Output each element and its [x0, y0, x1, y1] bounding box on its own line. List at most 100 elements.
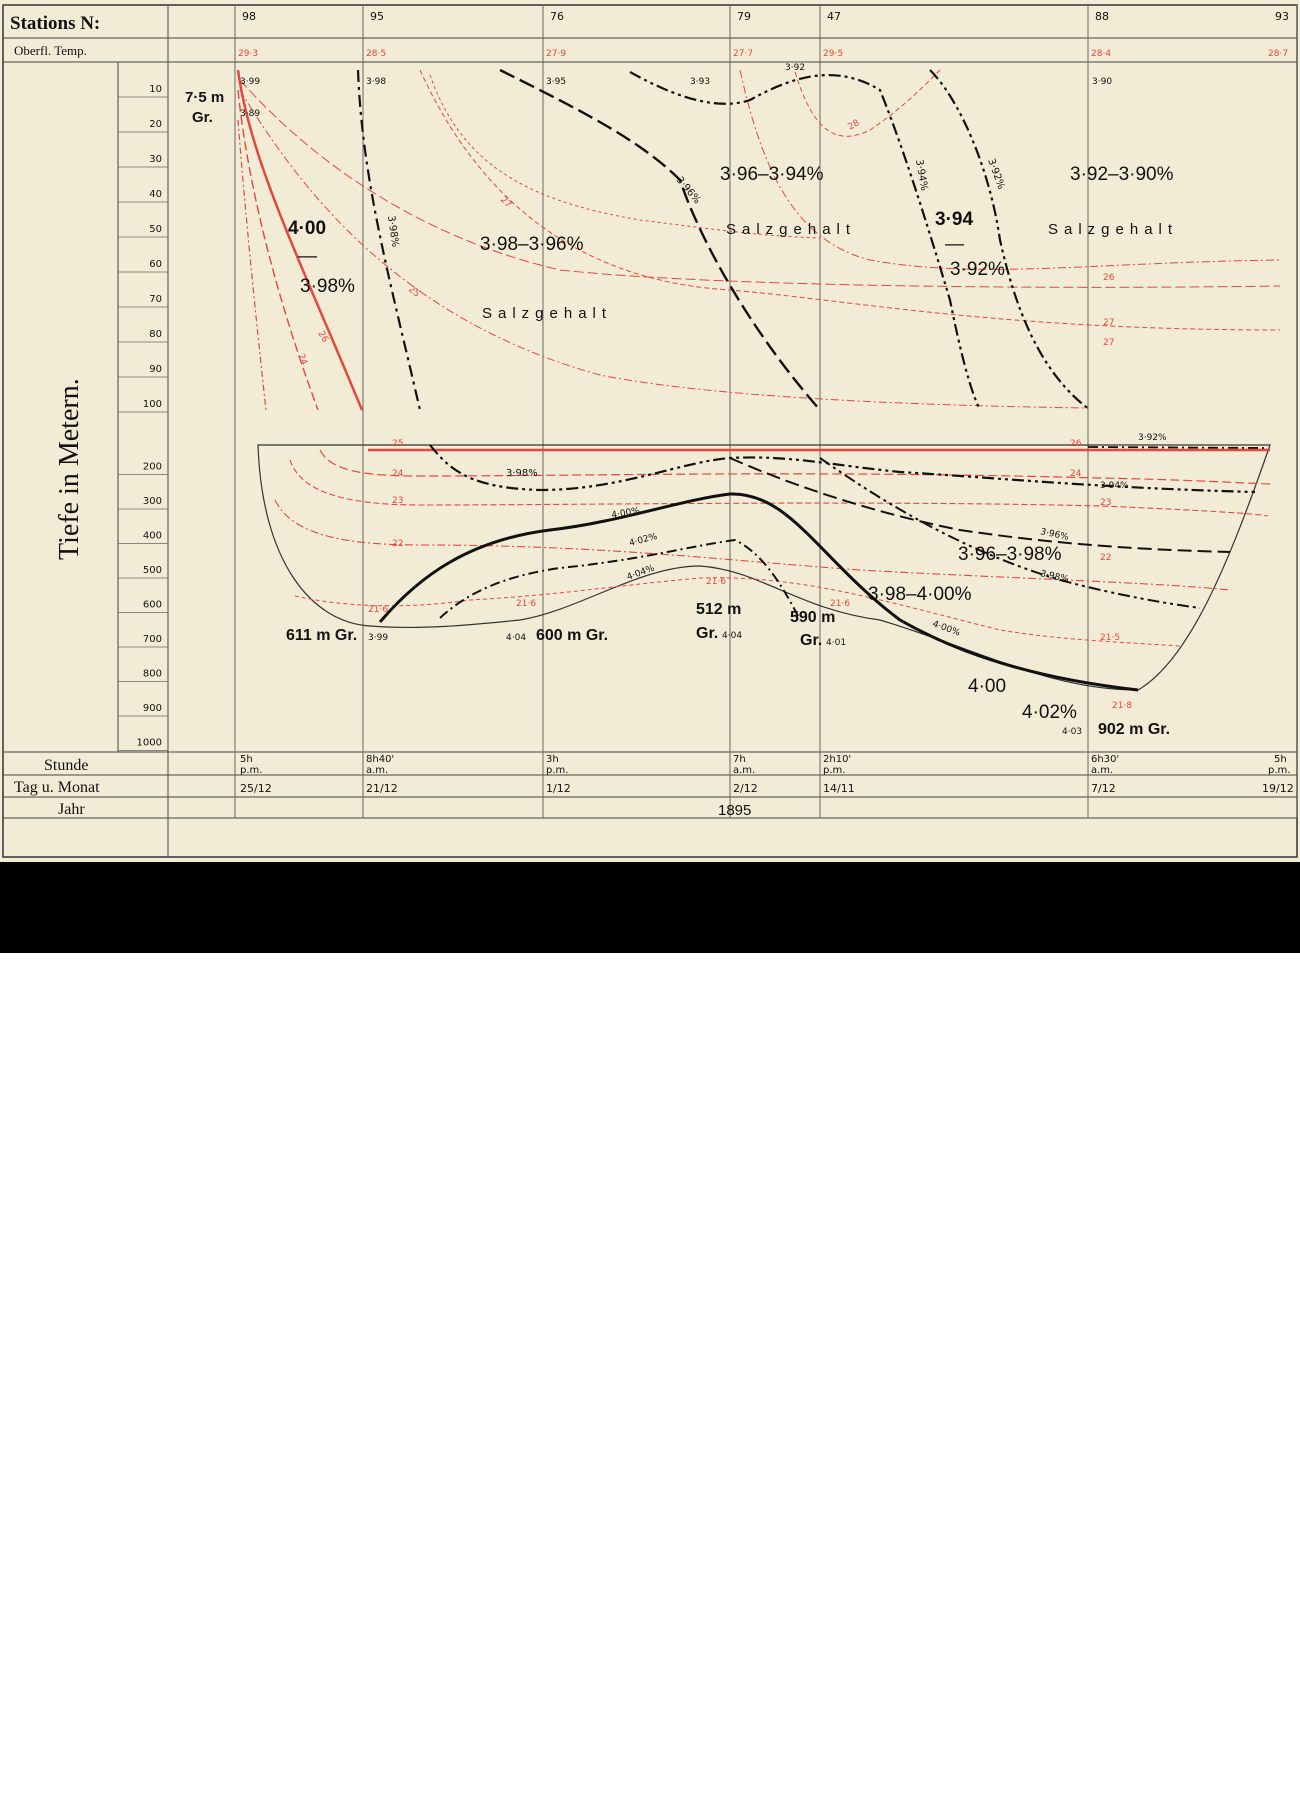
- jahr-label: Jahr: [58, 801, 85, 818]
- svg-text:512 m: 512 m: [696, 601, 741, 618]
- depth-label-20: 20: [149, 119, 162, 130]
- svg-text:3·98%: 3·98%: [385, 215, 400, 248]
- svg-text:a.m.: a.m.: [366, 765, 388, 776]
- depth-label-300: 300: [143, 496, 162, 507]
- svg-text:a.m.: a.m.: [733, 765, 755, 776]
- svg-text:25: 25: [392, 439, 403, 449]
- brand-logo: alamy: [42, 1731, 202, 1796]
- svg-text:3·98–4·00%: 3·98–4·00%: [868, 584, 972, 605]
- upper-annotations: 7·5 m Gr. 3·99 3·89 3·98 3·95 3·93 3·92 …: [185, 63, 1178, 322]
- svg-text:26: 26: [1103, 273, 1115, 283]
- svg-text:Gr.: Gr.: [696, 625, 718, 642]
- station-47: 47: [827, 10, 841, 23]
- depth-label-100: 100: [143, 399, 162, 410]
- svg-text:p.m.: p.m.: [1268, 765, 1290, 776]
- svg-text:21·5: 21·5: [1100, 633, 1120, 643]
- svg-text:590 m: 590 m: [790, 609, 835, 626]
- svg-text:3·98%: 3·98%: [1039, 569, 1069, 585]
- svg-text:21·6: 21·6: [368, 605, 388, 615]
- svg-text:3h: 3h: [546, 754, 559, 765]
- depth-label-40: 40: [149, 189, 162, 200]
- depth-label-1000: 1000: [137, 738, 162, 749]
- upper-salinity-lines: [356, 68, 1091, 411]
- svg-text:25/12: 25/12: [240, 782, 272, 795]
- svg-text:Gr.: Gr.: [192, 109, 213, 126]
- svg-text:3·92: 3·92: [785, 63, 805, 73]
- svg-text:23: 23: [392, 496, 403, 506]
- depth-label-200: 200: [143, 462, 162, 473]
- svg-text:8h40': 8h40': [366, 754, 394, 765]
- svg-text:3·93: 3·93: [690, 77, 710, 87]
- svg-text:902 m Gr.: 902 m Gr.: [1098, 721, 1170, 738]
- station-98: 98: [242, 10, 256, 23]
- watermark-footer: alamy Image ID: RD0KN0 www.alamy.com: [0, 862, 1300, 1796]
- svg-text:—: —: [945, 234, 964, 255]
- svg-text:—: —: [298, 246, 317, 267]
- svg-text:Gr.: Gr.: [800, 632, 822, 649]
- depth-label-500: 500: [143, 565, 162, 576]
- svg-text:19/12: 19/12: [1262, 782, 1294, 795]
- svg-text:4·00: 4·00: [288, 218, 326, 239]
- depth-label-800: 800: [143, 669, 162, 680]
- svg-text:a.m.: a.m.: [1091, 765, 1113, 776]
- svg-text:3·90: 3·90: [1092, 77, 1112, 87]
- watermark-url: www.alamy.com: [1170, 1774, 1285, 1791]
- svg-text:3·99: 3·99: [240, 77, 260, 87]
- svg-text:7h: 7h: [733, 754, 746, 765]
- svg-text:4·02%: 4·02%: [1022, 702, 1077, 723]
- svg-text:21·6: 21·6: [706, 577, 726, 587]
- stunde-label: Stunde: [44, 757, 88, 774]
- depth-label-90: 90: [149, 364, 162, 375]
- tag-values: 25/12 21/12 1/12 2/12 14/11 7/12 19/12: [240, 782, 1294, 795]
- station-76: 76: [550, 10, 564, 23]
- svg-text:p.m.: p.m.: [823, 765, 845, 776]
- svg-text:25: 25: [406, 285, 421, 300]
- svg-text:Salzgehalt: Salzgehalt: [482, 305, 612, 322]
- svg-text:23: 23: [1100, 498, 1111, 508]
- year-value: 1895: [718, 802, 751, 819]
- svg-text:3·89: 3·89: [240, 109, 260, 119]
- depth-label-80: 80: [149, 329, 162, 340]
- svg-text:24: 24: [392, 469, 404, 479]
- svg-text:27: 27: [1103, 318, 1114, 328]
- image-id: Image ID: RD0KN0: [905, 1749, 1051, 1768]
- svg-text:Salzgehalt: Salzgehalt: [1048, 221, 1178, 238]
- svg-text:2h10': 2h10': [823, 754, 851, 765]
- svg-text:14/11: 14/11: [823, 782, 855, 795]
- footer-rows: Stunde Tag u. Monat Jahr 5h p.m. 8h40' a…: [14, 754, 1294, 819]
- svg-text:3·98%: 3·98%: [300, 276, 355, 297]
- temp-93: 28·7: [1268, 49, 1288, 59]
- svg-text:4·02%: 4·02%: [628, 532, 659, 549]
- svg-text:Salzgehalt: Salzgehalt: [726, 221, 856, 238]
- svg-text:600 m Gr.: 600 m Gr.: [536, 627, 608, 644]
- svg-text:5h: 5h: [1274, 754, 1287, 765]
- svg-text:3·92%: 3·92%: [1138, 433, 1167, 443]
- svg-text:4·04: 4·04: [506, 633, 526, 643]
- svg-text:611 m Gr.: 611 m Gr.: [286, 627, 357, 644]
- depth-label-700: 700: [143, 634, 162, 645]
- station-95: 95: [370, 10, 384, 23]
- svg-text:6h30': 6h30': [1091, 754, 1119, 765]
- svg-text:21·6: 21·6: [516, 599, 536, 609]
- svg-text:3·96–3·98%: 3·96–3·98%: [958, 544, 1062, 565]
- temp-88: 28·4: [1091, 49, 1111, 59]
- temp-47: 29·5: [823, 49, 843, 59]
- depth-label-900: 900: [143, 703, 162, 714]
- diagram-scan: 10 20 30 40 50 60 70 80 90 100 200 300 400 500 600 700 8…: [0, 0, 1300, 862]
- svg-text:3·98–3·96%: 3·98–3·96%: [480, 234, 584, 255]
- station-numbers: 98 95 76 79 47 88 93: [242, 10, 1289, 23]
- temp-79: 27·7: [733, 49, 753, 59]
- svg-text:7·5 m: 7·5 m: [185, 89, 224, 106]
- svg-text:p.m.: p.m.: [240, 765, 262, 776]
- surface-temps: 29·3 28·5 27·9 27·7 29·5 28·4 28·7: [238, 49, 1288, 59]
- station-verticals: [234, 5, 1298, 818]
- depth-scale-ticks: 10 20 30 40 50 60 70 80 90 100 200 300 400 500 600 700 8…: [118, 84, 168, 751]
- station-93: 93: [1275, 10, 1289, 23]
- svg-text:21/12: 21/12: [366, 782, 398, 795]
- svg-text:22: 22: [1100, 553, 1111, 563]
- svg-text:3·94: 3·94: [935, 209, 973, 230]
- svg-text:3·95: 3·95: [546, 77, 566, 87]
- depth-label-10: 10: [149, 84, 162, 95]
- svg-text:21·8: 21·8: [1112, 701, 1132, 711]
- svg-text:4·03: 4·03: [1062, 727, 1082, 737]
